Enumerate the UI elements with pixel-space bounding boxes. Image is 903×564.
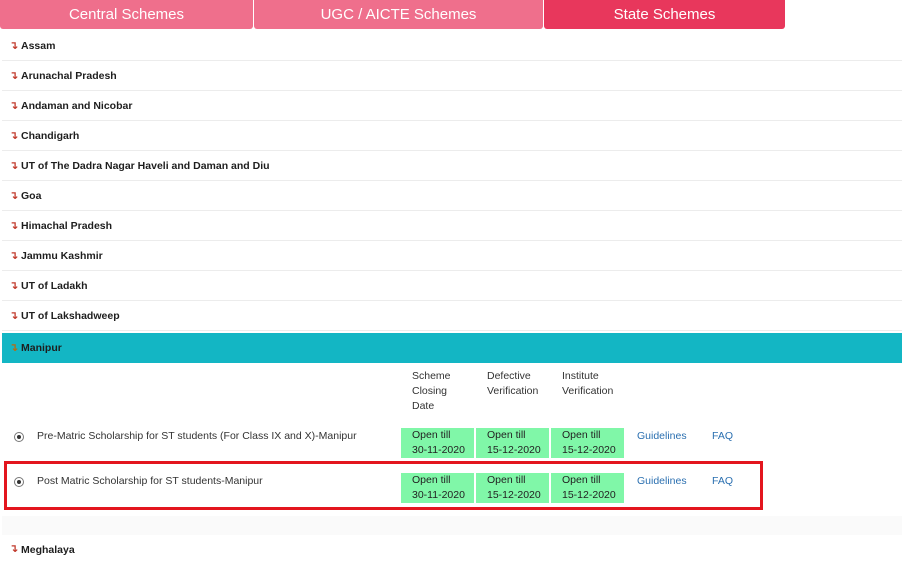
state-row-meghalaya[interactable]: ↴ Meghalaya <box>2 535 902 564</box>
tab-ugc-aicte-schemes[interactable]: UGC / AICTE Schemes <box>254 0 543 29</box>
column-header-scheme-closing-date: Scheme Closing Date <box>412 370 451 412</box>
state-label: Meghalaya <box>21 543 75 556</box>
state-row-jammu-kashmir[interactable]: ↴ Jammu Kashmir <box>2 242 902 271</box>
state-row-goa[interactable]: ↴ Goa <box>2 182 902 211</box>
scheme-row: Pre-Matric Scholarship for ST students (… <box>0 428 903 461</box>
state-label: UT of Lakshadweep <box>21 310 120 322</box>
state-label: Manipur <box>21 342 62 354</box>
state-row-andaman-and-nicobar[interactable]: ↴ Andaman and Nicobar <box>2 92 902 121</box>
date-text: 15-12-2020 <box>562 444 616 456</box>
tab-state-schemes[interactable]: State Schemes <box>544 0 785 29</box>
guidelines-link[interactable]: Guidelines <box>637 430 687 442</box>
defective-verification-cell: Open till 15-12-2020 <box>476 428 549 458</box>
date-text: 30-11-2020 <box>412 444 465 456</box>
state-row-himachal-pradesh[interactable]: ↴ Himachal Pradesh <box>2 212 902 241</box>
expand-arrow-icon: ↴ <box>9 279 19 292</box>
expand-arrow-icon: ↴ <box>9 249 19 262</box>
state-row-assam[interactable]: ↴ Assam <box>2 32 902 61</box>
column-header-institute-verification: Institute Verification <box>562 370 614 397</box>
expand-arrow-icon: ↴ <box>9 543 19 555</box>
expand-arrow-icon: ↴ <box>9 341 19 354</box>
state-row-manipur[interactable]: ↴ Manipur <box>2 333 902 363</box>
state-row-dadra-nagar-haveli-daman-diu[interactable]: ↴ UT of The Dadra Nagar Haveli and Daman… <box>2 152 902 181</box>
section-spacer <box>2 516 902 535</box>
scheme-closing-date-cell: Open till 30-11-2020 <box>401 428 474 458</box>
expand-arrow-icon: ↴ <box>9 219 19 232</box>
expand-arrow-icon: ↴ <box>9 189 19 202</box>
state-label: Chandigarh <box>21 130 80 142</box>
date-text: 15-12-2020 <box>487 444 541 456</box>
expand-arrow-icon: ↴ <box>9 69 19 82</box>
state-label: Andaman and Nicobar <box>21 100 133 112</box>
expand-arrow-icon: ↴ <box>9 39 19 52</box>
state-label: Goa <box>21 190 42 202</box>
state-label: Himachal Pradesh <box>21 220 113 232</box>
expand-arrow-icon: ↴ <box>9 309 19 322</box>
selected-scheme-highlight <box>4 461 763 510</box>
faq-link[interactable]: FAQ <box>712 430 733 442</box>
state-row-arunachal-pradesh[interactable]: ↴ Arunachal Pradesh <box>2 62 902 91</box>
status-text: Open till <box>562 429 601 441</box>
state-label: UT of Ladakh <box>21 280 88 292</box>
state-row-lakshadweep[interactable]: ↴ UT of Lakshadweep <box>2 302 902 331</box>
radio-dot <box>17 435 21 439</box>
state-label: Assam <box>21 40 56 52</box>
tab-central-schemes[interactable]: Central Schemes <box>0 0 253 29</box>
expand-arrow-icon: ↴ <box>9 159 19 172</box>
scheme-tabs: Central Schemes UGC / AICTE Schemes Stat… <box>0 0 903 30</box>
status-text: Open till <box>412 429 451 441</box>
expand-arrow-icon: ↴ <box>9 99 19 112</box>
column-header-defective-verification: Defective Verification <box>487 370 539 397</box>
state-label: UT of The Dadra Nagar Haveli and Daman a… <box>21 160 270 172</box>
state-label: Arunachal Pradesh <box>21 70 117 82</box>
expand-arrow-icon: ↴ <box>9 129 19 142</box>
radio-icon[interactable] <box>14 432 24 442</box>
state-label: Jammu Kashmir <box>21 250 103 262</box>
status-text: Open till <box>487 429 526 441</box>
institute-verification-cell: Open till 15-12-2020 <box>551 428 624 458</box>
state-row-ladakh[interactable]: ↴ UT of Ladakh <box>2 272 902 301</box>
scheme-name: Pre-Matric Scholarship for ST students (… <box>37 430 357 442</box>
state-row-chandigarh[interactable]: ↴ Chandigarh <box>2 122 902 151</box>
